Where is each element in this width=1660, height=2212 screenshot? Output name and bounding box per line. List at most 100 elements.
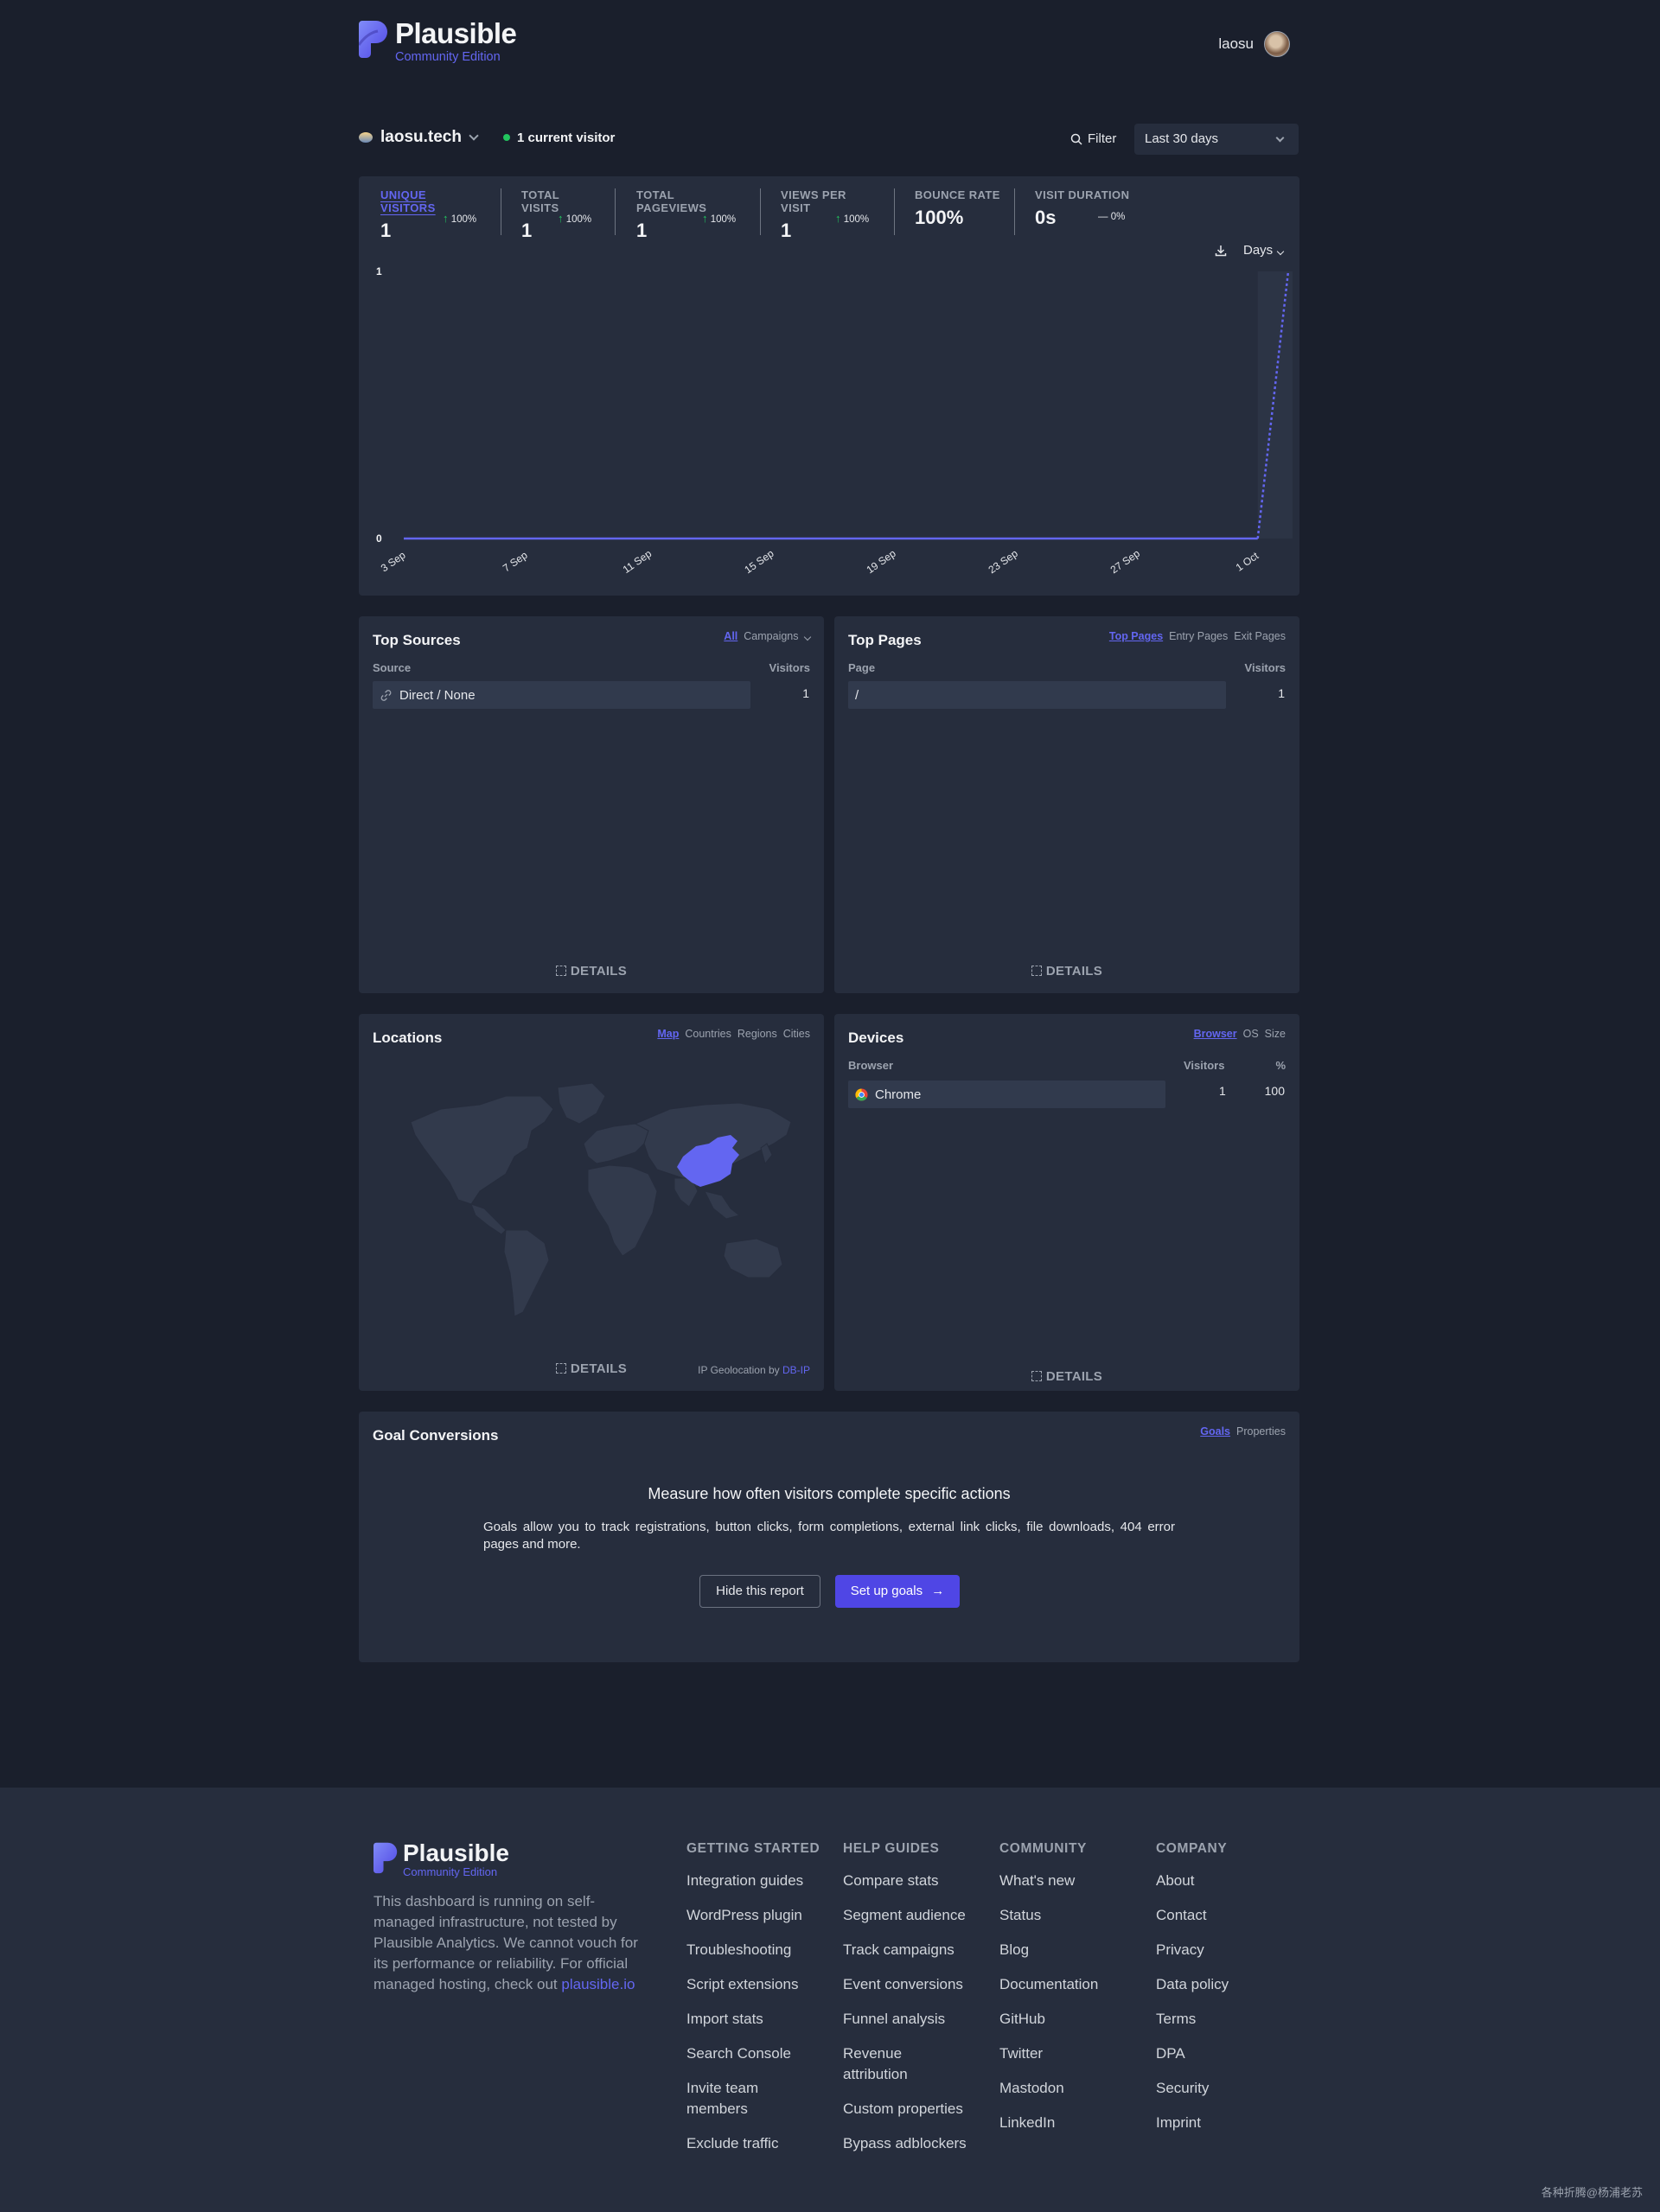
panel-title: Top Pages xyxy=(848,632,922,648)
footer-link[interactable]: Compare stats xyxy=(843,1871,973,1891)
column-header-visitors: Visitors xyxy=(769,661,810,674)
footer-link[interactable]: Terms xyxy=(1156,2009,1286,2030)
geolocation-credit: IP Geolocation by DB-IP xyxy=(698,1364,810,1376)
site-switcher[interactable]: laosu.tech 1 current visitor xyxy=(359,128,615,147)
devices-panel: Devices Browser OS Size Browser Visitors… xyxy=(834,1014,1299,1391)
footer-link[interactable]: WordPress plugin xyxy=(686,1905,816,1926)
db-ip-link[interactable]: DB-IP xyxy=(782,1364,810,1376)
source-visitors: 1 xyxy=(802,686,809,700)
metric-label: BOUNCE RATE xyxy=(915,188,1000,201)
tab-regions[interactable]: Regions xyxy=(737,1028,777,1040)
user-menu[interactable]: laosu xyxy=(1218,31,1290,57)
list-item[interactable]: Direct / None xyxy=(373,681,750,709)
metric-total-pageviews[interactable]: TOTAL PAGEVIEWS 1 ↑ 100% xyxy=(636,188,740,241)
details-label: DETAILS xyxy=(570,964,628,979)
set-up-goals-button[interactable]: Set up goals → xyxy=(835,1575,960,1608)
metric-unique-visitors[interactable]: UNIQUE VISITORS 1 ↑ 100% xyxy=(380,188,480,241)
metric-bounce-rate[interactable]: BOUNCE RATE 100% xyxy=(915,188,1001,235)
footer-link[interactable]: Segment audience xyxy=(843,1905,973,1926)
footer-link[interactable]: Data policy xyxy=(1156,1974,1286,1995)
list-item[interactable]: Chrome xyxy=(848,1081,1165,1108)
username: laosu xyxy=(1218,35,1254,52)
footer-link[interactable]: Troubleshooting xyxy=(686,1940,816,1960)
footer-link[interactable]: Status xyxy=(999,1905,1129,1926)
details-label: DETAILS xyxy=(570,1361,628,1376)
footer-column-title: COMMUNITY xyxy=(999,1841,1087,1856)
list-item[interactable]: / xyxy=(848,681,1226,709)
footer-link[interactable]: GitHub xyxy=(999,2009,1129,2030)
footer-link[interactable]: Revenue attribution xyxy=(843,2043,929,2085)
footer-link[interactable]: Twitter xyxy=(999,2043,1129,2064)
metric-change-value: 100% xyxy=(710,214,737,225)
footer-brand-name: Plausible xyxy=(403,1839,509,1866)
footer-link[interactable]: DPA xyxy=(1156,2043,1286,2064)
metric-change-value: 0% xyxy=(1110,212,1126,222)
plausible-logo[interactable]: Plausible Community Edition xyxy=(359,19,517,64)
filter-button[interactable]: Filter xyxy=(1070,131,1116,146)
watermark: 各种折腾@杨浦老苏 xyxy=(1541,2186,1643,2199)
footer-link[interactable]: What's new xyxy=(999,1871,1129,1891)
tab-exit-pages[interactable]: Exit Pages xyxy=(1234,630,1286,642)
footer-link[interactable]: Imprint xyxy=(1156,2113,1286,2133)
details-button[interactable]: DETAILS xyxy=(359,964,824,979)
footer-link[interactable]: Custom properties xyxy=(843,2099,973,2120)
tab-all[interactable]: All xyxy=(724,630,737,642)
browser-visitors: 1 xyxy=(1219,1084,1226,1098)
footer-link[interactable]: Import stats xyxy=(686,2009,816,2030)
current-visitors[interactable]: 1 current visitor xyxy=(502,131,615,145)
footer-link[interactable]: Event conversions xyxy=(843,1974,973,1995)
metric-visit-duration[interactable]: VISIT DURATION 0s — 0% xyxy=(1035,188,1130,235)
map-japan xyxy=(760,1143,773,1165)
footer-link[interactable]: Script extensions xyxy=(686,1974,816,1995)
footer-link[interactable]: Funnel analysis xyxy=(843,2009,973,2030)
map-australia xyxy=(723,1238,783,1278)
tab-size[interactable]: Size xyxy=(1265,1028,1286,1040)
footer-link[interactable]: Privacy xyxy=(1156,1940,1286,1960)
expand-icon xyxy=(1031,966,1042,976)
details-button[interactable]: DETAILS xyxy=(834,964,1299,979)
goals-empty-body: Goals allow you to track registrations, … xyxy=(483,1520,1175,1552)
plausible-io-link[interactable]: plausible.io xyxy=(561,1976,635,1992)
footer-link[interactable]: Security xyxy=(1156,2078,1286,2099)
footer-link[interactable]: Integration guides xyxy=(686,1871,816,1891)
footer-link[interactable]: Search Console xyxy=(686,2043,816,2064)
tab-top-pages[interactable]: Top Pages xyxy=(1109,630,1163,642)
browser-label: Chrome xyxy=(875,1087,922,1102)
metric-views-per-visit[interactable]: VIEWS PER VISIT 1 ↑ 100% xyxy=(781,188,876,241)
x-tick-label: 15 Sep xyxy=(742,547,776,576)
metric-label: UNIQUE VISITORS xyxy=(380,188,436,214)
footer-link[interactable]: Contact xyxy=(1156,1905,1286,1926)
footer-link[interactable]: Exclude traffic xyxy=(686,2133,816,2154)
footer-link[interactable]: Mastodon xyxy=(999,2078,1129,2099)
map-europe xyxy=(583,1123,649,1164)
tab-entry-pages[interactable]: Entry Pages xyxy=(1169,630,1228,642)
footer-logo[interactable]: Plausible Community Edition xyxy=(374,1841,509,1878)
tab-cities[interactable]: Cities xyxy=(783,1028,810,1040)
footer-link[interactable]: About xyxy=(1156,1871,1286,1891)
footer-link[interactable]: Invite team members xyxy=(686,2078,782,2120)
metric-change: ↑ 100% xyxy=(558,212,591,225)
set-up-goals-label: Set up goals xyxy=(850,1584,923,1598)
footer-link[interactable]: Blog xyxy=(999,1940,1129,1960)
footer-link[interactable]: Documentation xyxy=(999,1974,1129,1995)
panel-tabs: Map Countries Regions Cities xyxy=(657,1028,810,1040)
tab-campaigns[interactable]: Campaigns xyxy=(744,630,812,642)
top-pages-panel: Top Pages Top Pages Entry Pages Exit Pag… xyxy=(834,616,1299,993)
map-central-america xyxy=(470,1203,507,1235)
tab-browser[interactable]: Browser xyxy=(1194,1028,1237,1040)
tab-countries[interactable]: Countries xyxy=(685,1028,731,1040)
hide-report-button[interactable]: Hide this report xyxy=(699,1575,820,1608)
footer-link[interactable]: LinkedIn xyxy=(999,2113,1129,2133)
metric-total-visits[interactable]: TOTAL VISITS 1 ↑ 100% xyxy=(521,188,599,241)
visitors-line-chart[interactable]: 0 1 3 Sep 7 Sep 11 Sep 15 Sep 19 Sep 23 Sep 27 S… xyxy=(359,255,1299,592)
tab-goals[interactable]: Goals xyxy=(1200,1425,1230,1437)
world-map[interactable] xyxy=(376,1061,808,1321)
tab-properties[interactable]: Properties xyxy=(1236,1425,1286,1437)
metric-label: TOTAL VISITS xyxy=(521,188,559,214)
footer-link[interactable]: Bypass adblockers xyxy=(843,2133,973,2154)
date-range-select[interactable]: Last 30 days xyxy=(1134,124,1299,155)
footer-link[interactable]: Track campaigns xyxy=(843,1940,973,1960)
tab-os[interactable]: OS xyxy=(1243,1028,1259,1040)
tab-map[interactable]: Map xyxy=(657,1028,679,1040)
details-button[interactable]: DETAILS xyxy=(834,1369,1299,1384)
